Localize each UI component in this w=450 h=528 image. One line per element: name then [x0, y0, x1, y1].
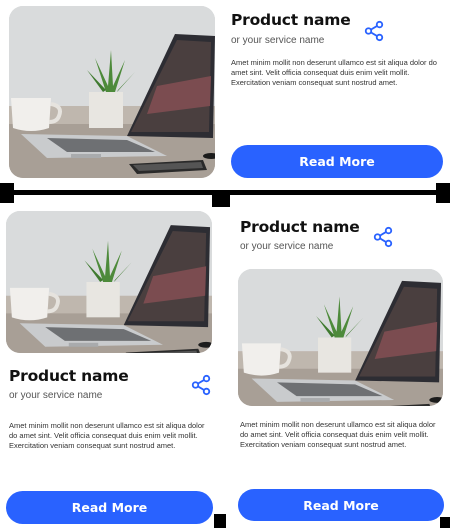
- product-subtitle: or your service name: [240, 241, 334, 252]
- product-description: Amet minim mollit non deserunt ullamco e…: [231, 58, 437, 87]
- share-icon[interactable]: [372, 226, 394, 248]
- product-description: Amet minim mollit non deserunt ullamco e…: [240, 420, 436, 449]
- product-subtitle: or your service name: [231, 35, 325, 46]
- product-card-2: Product name or your service name Amet m…: [0, 205, 222, 528]
- product-subtitle: or your service name: [9, 390, 103, 401]
- read-more-button[interactable]: Read More: [6, 491, 213, 524]
- product-description: Amet minim mollit non deserunt ullamco e…: [9, 421, 205, 450]
- product-title: Product name: [240, 218, 360, 236]
- share-icon[interactable]: [190, 374, 212, 396]
- read-more-button[interactable]: Read More: [238, 489, 444, 521]
- section-divider-edge: [440, 517, 450, 528]
- section-divider-edge: [214, 514, 226, 528]
- product-image: [9, 6, 215, 178]
- product-image: [6, 211, 212, 353]
- section-divider-edge: [436, 183, 450, 203]
- product-card-1: Product name or your service name Amet m…: [0, 0, 450, 190]
- section-divider-edge: [0, 183, 14, 203]
- product-title: Product name: [9, 367, 129, 385]
- product-image: [238, 269, 443, 406]
- read-more-button[interactable]: Read More: [231, 145, 443, 178]
- share-icon[interactable]: [363, 20, 385, 42]
- product-title: Product name: [231, 11, 351, 29]
- product-card-3: Product name or your service name Amet m…: [228, 205, 450, 528]
